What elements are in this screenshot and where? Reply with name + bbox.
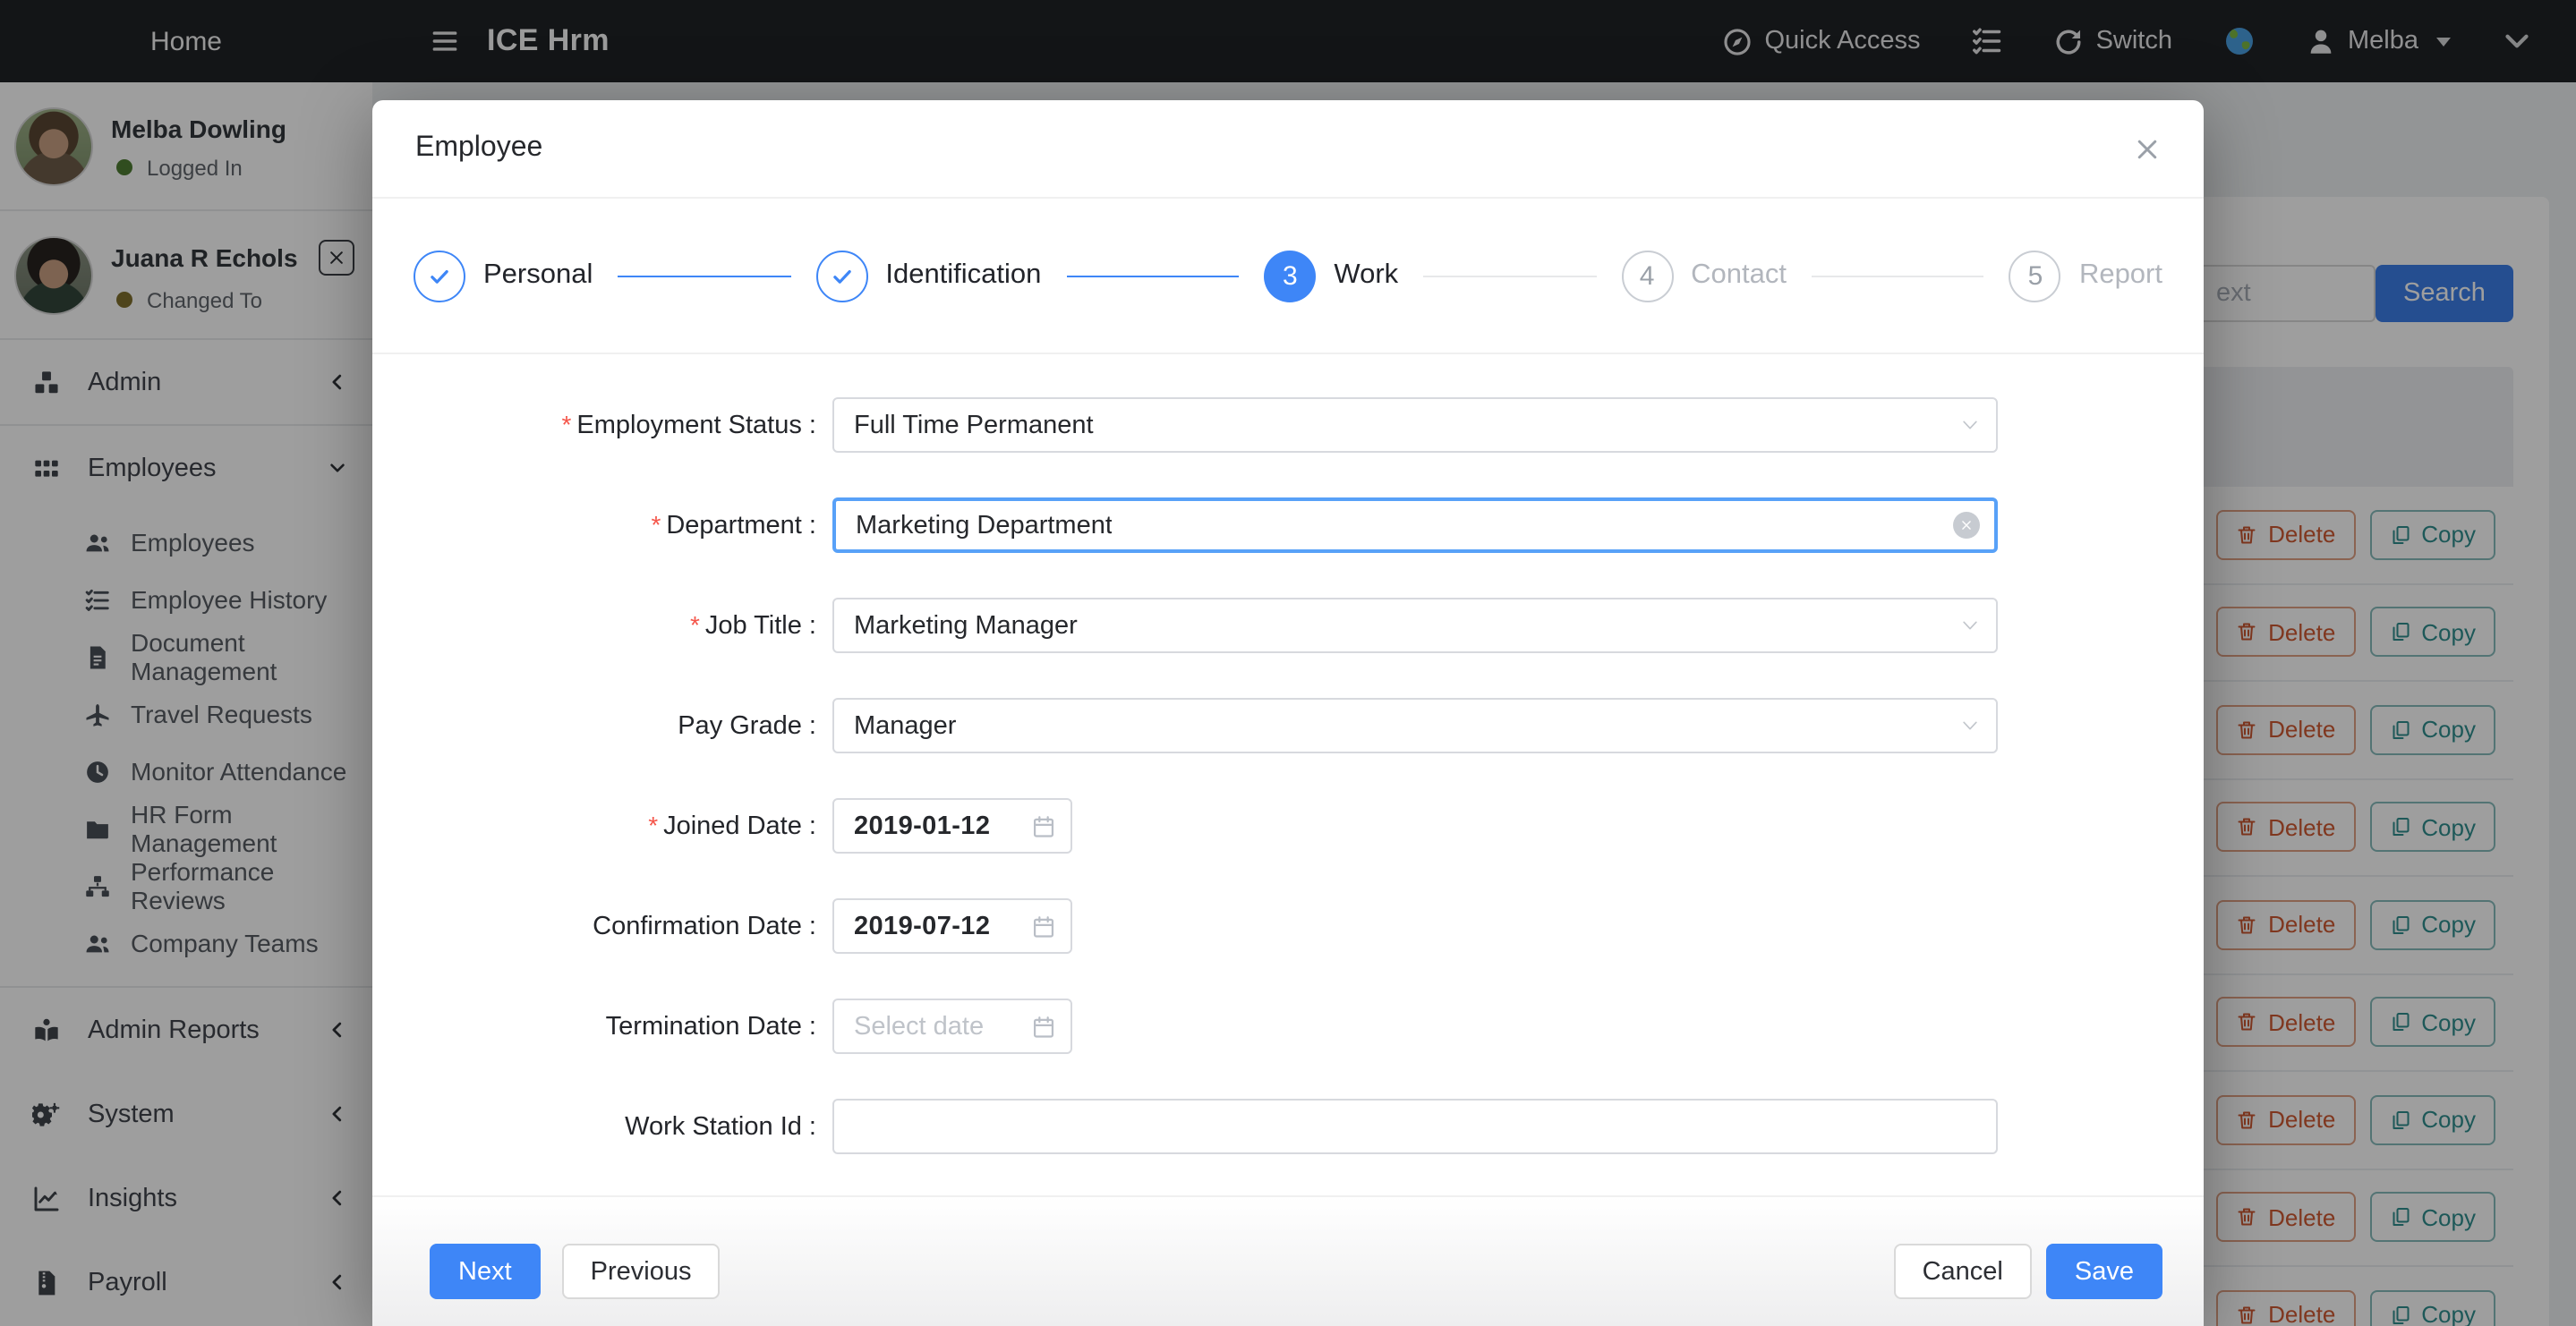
next-button[interactable]: Next — [430, 1244, 541, 1299]
step-label: Work — [1334, 259, 1398, 292]
work-step-form: *Employment StatusFull Time Permanent*De… — [372, 354, 2204, 1154]
field-label: Termination Date — [414, 1012, 832, 1041]
department-select[interactable]: Marketing Department — [832, 497, 1998, 553]
check-icon — [830, 264, 853, 287]
field-label: *Employment Status — [414, 410, 832, 440]
save-button[interactable]: Save — [2046, 1244, 2162, 1299]
step-circle: 3 — [1264, 250, 1316, 302]
field-label: Confirmation Date — [414, 912, 832, 940]
field-label-text: Joined Date — [663, 812, 802, 841]
job-title-select[interactable]: Marketing Manager — [832, 598, 1998, 653]
step-label: Identification — [885, 259, 1041, 292]
field-label-text: Employment Status — [576, 412, 801, 440]
field-value: Marketing Manager — [854, 611, 1078, 640]
modal-header: Employee — [372, 100, 2204, 199]
field-control: 2019-07-12 — [832, 898, 1072, 954]
field-value: Full Time Permanent — [854, 411, 1094, 439]
step-circle: 4 — [1621, 250, 1673, 302]
step-identification[interactable]: Identification — [815, 250, 1041, 302]
field-label: *Department — [414, 510, 832, 540]
form-row-job-title: *Job Title Marketing Manager — [414, 598, 2162, 653]
field-value: Marketing Department — [856, 511, 1113, 540]
step-circle — [414, 250, 465, 302]
step-circle — [815, 250, 867, 302]
step-label: Report — [2079, 259, 2162, 292]
form-row-pay-grade: Pay Grade Manager — [414, 698, 2162, 753]
chevron-down-icon — [1960, 415, 1980, 435]
field-label-text: Work Station Id — [625, 1112, 802, 1141]
work-station-id-input[interactable] — [832, 1099, 1998, 1154]
employee-modal: Employee Personal Identification 3 Work 4 Con… — [372, 100, 2204, 1326]
required-asterisk: * — [648, 811, 658, 839]
field-value: Select date — [854, 1012, 984, 1041]
clear-icon[interactable] — [1953, 512, 1980, 539]
step-contact[interactable]: 4 Contact — [1621, 250, 1787, 302]
field-value: Manager — [854, 711, 956, 740]
field-label: Pay Grade — [414, 711, 832, 740]
field-label-text: Termination Date — [606, 1012, 802, 1041]
chevron-down-icon — [1960, 716, 1980, 735]
field-control: Full Time Permanent — [832, 397, 1998, 453]
field-value: 2019-07-12 — [854, 912, 990, 940]
step-label: Contact — [1691, 259, 1787, 292]
step-connector — [1423, 275, 1596, 276]
chevron-down-icon — [1960, 616, 1980, 635]
field-label-text: Job Title — [705, 612, 802, 641]
required-asterisk: * — [562, 410, 572, 438]
form-row-termination-date: Termination Date Select date — [414, 999, 2162, 1054]
calendar-icon — [1031, 813, 1056, 838]
form-row-department: *Department Marketing Department — [414, 497, 2162, 553]
step-personal[interactable]: Personal — [414, 250, 593, 302]
field-label-text: Department — [666, 512, 802, 540]
field-control: Marketing Department — [832, 497, 1998, 553]
check-icon — [428, 264, 451, 287]
calendar-icon — [1031, 914, 1056, 939]
form-row-confirmation-date: Confirmation Date 2019-07-12 — [414, 898, 2162, 954]
calendar-icon — [1031, 1014, 1056, 1039]
field-label: *Job Title — [414, 610, 832, 641]
form-row-joined-date: *Joined Date 2019-01-12 — [414, 798, 2162, 854]
field-label: Work Station Id — [414, 1112, 832, 1141]
modal-footer: Next Previous Cancel Save — [372, 1195, 2204, 1326]
required-asterisk: * — [651, 510, 661, 539]
wizard-steps: Personal Identification 3 Work 4 Contact 5 Repo… — [372, 199, 2204, 354]
cancel-button[interactable]: Cancel — [1894, 1244, 2032, 1299]
field-control: Manager — [832, 698, 1998, 753]
screen: Home ICE Hrm Quick Access Switch Melba — [0, 0, 2576, 1326]
field-label-text: Pay Grade — [678, 711, 802, 740]
step-report[interactable]: 5 Report — [2009, 250, 2162, 302]
step-connector — [618, 275, 790, 276]
employment-status-select[interactable]: Full Time Permanent — [832, 397, 1998, 453]
field-control: 2019-01-12 — [832, 798, 1072, 854]
field-label-text: Confirmation Date — [593, 912, 802, 940]
pay-grade-select[interactable]: Manager — [832, 698, 1998, 753]
step-work[interactable]: 3 Work — [1264, 250, 1398, 302]
step-connector — [1066, 275, 1239, 276]
field-value: 2019-01-12 — [854, 812, 990, 840]
modal-close-icon[interactable] — [2134, 135, 2161, 162]
step-connector — [1812, 275, 1984, 276]
field-control: Select date — [832, 999, 1072, 1054]
required-asterisk: * — [690, 610, 700, 639]
close-icon — [1960, 519, 1973, 531]
field-label: *Joined Date — [414, 811, 832, 841]
modal-title: Employee — [415, 132, 542, 165]
step-label: Personal — [483, 259, 593, 292]
step-circle: 5 — [2009, 250, 2061, 302]
form-row-employment-status: *Employment Status Full Time Permanent — [414, 397, 2162, 453]
form-row-work-station-id: Work Station Id — [414, 1099, 2162, 1154]
field-control — [832, 1099, 1998, 1154]
field-control: Marketing Manager — [832, 598, 1998, 653]
previous-button[interactable]: Previous — [562, 1244, 721, 1299]
